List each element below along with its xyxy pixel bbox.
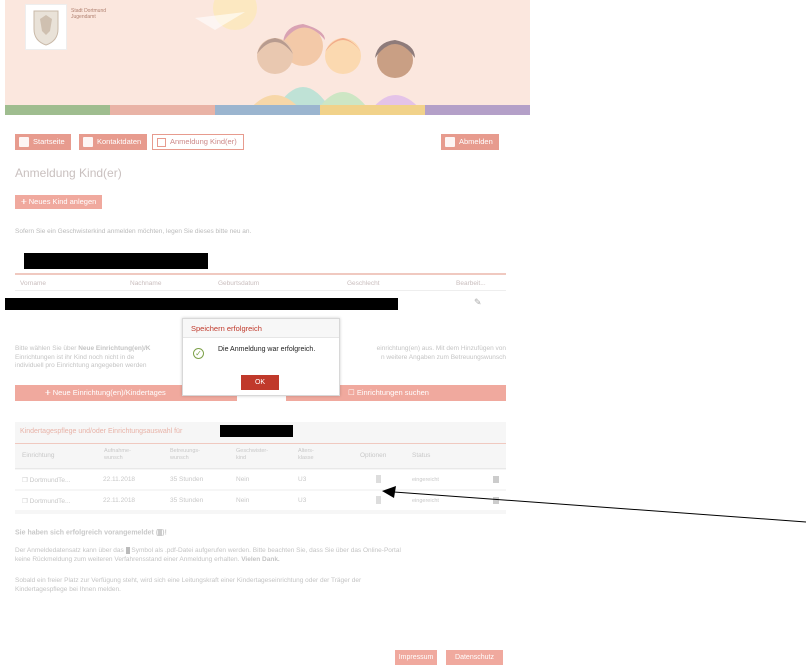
col-optionen: Optionen [360, 452, 387, 459]
page-title: Anmeldung Kind(er) [15, 166, 122, 180]
header-banner: Stadt Dortmund Jugendamt [5, 0, 530, 115]
edit-icon: ❐ [22, 498, 28, 505]
row1-betreuung: 35 Stunden [170, 476, 204, 483]
dialog-message: Die Anmeldung war erfolgreich. [218, 346, 316, 353]
col-geburtsdatum: Geburtsdatum [218, 280, 260, 287]
para2-line1: Sobald ein freier Platz zur Verfügung st… [15, 577, 362, 584]
city-crest-logo [25, 4, 67, 50]
annotation-arrow [382, 486, 807, 523]
datenschutz-link[interactable]: Datenschutz [446, 650, 503, 665]
info-para-right: einrichtung(en) aus. Mit dem Hinzufügen … [338, 345, 506, 362]
row2-geschwister: Nein [236, 497, 250, 504]
add-person-icon: ➕︎ [21, 197, 27, 206]
search-facilities-label: Einrichtungen suchen [356, 388, 429, 397]
check-circle-icon: ✓ [193, 348, 204, 359]
abmelden-button[interactable]: Abmelden [441, 134, 499, 150]
row1-einrichtung[interactable]: ❐ DortmundTe... [22, 476, 70, 484]
document-icon [157, 137, 166, 147]
col-einrichtung: Einrichtung [22, 452, 55, 459]
redacted-name [24, 253, 208, 269]
table-top-rule [15, 273, 506, 275]
para1-line1: Der Anmeldedatensatz kann über das [15, 547, 126, 555]
nav-startseite-label: Startseite [33, 137, 65, 146]
info-para-left: Bitte wählen Sie über Neue Einrichtung(e… [15, 345, 183, 371]
success-heading-text: Sie haben sich erfolgreich vorangemeldet… [15, 529, 159, 537]
info-line2-a: Einrichtungen ist ihr Kind noch nicht in… [15, 353, 135, 361]
banner-color-strip [5, 105, 530, 115]
city-line2: Jugendamt [71, 14, 96, 20]
sibling-hint: Sofern Sie ein Geschwisterkind anmelden … [15, 228, 252, 235]
home-icon [19, 137, 29, 148]
para1-thanks: Vielen Dank. [241, 555, 280, 563]
row1-aufnahme: 22.11.2018 [103, 476, 136, 483]
col-geschlecht: Geschlecht [347, 280, 380, 287]
head-rule [15, 468, 506, 469]
dialog-title: Speichern erfolgreich [183, 319, 339, 338]
nav-anmeldung-tab[interactable]: Anmeldung Kind(er) [152, 134, 244, 150]
success-para2: Sobald ein freier Platz zur Verfügung st… [15, 577, 506, 594]
info-line3: individuell pro Einrichtung angegeben we… [15, 362, 147, 369]
row1-alter: U3 [298, 476, 307, 483]
row2-einrichtung[interactable]: ❐ DortmundTe... [22, 497, 70, 505]
search-icon: ☐ [348, 388, 355, 397]
col-betreuung: Betreuungs- wunsch [170, 448, 200, 461]
impressum-link[interactable]: Impressum [395, 650, 437, 665]
para2-line2: Kindertagespflege bei Ihnen melden. [15, 585, 121, 593]
row2-alter: U3 [298, 497, 307, 504]
new-child-label: Neues Kind anlegen [28, 197, 97, 206]
info-line1-b: einrichtung(en) aus. Mit dem Hinzufügen … [376, 345, 506, 352]
redacted-child-name [220, 425, 293, 437]
nav-anmeldung-label: Anmeldung Kind(er) [170, 137, 237, 146]
success-para1: Der Anmeldedatensatz kann über das Symbo… [15, 547, 506, 564]
redacted-child-row [5, 298, 398, 310]
col-nachname: Nachname [130, 280, 162, 287]
row2-einrichtung-text: DortmundTe... [29, 498, 71, 505]
ok-button[interactable]: OK [241, 375, 279, 390]
info-line1-bold: Neue Einrichtung(en)/K [78, 345, 151, 352]
abmelden-label: Abmelden [459, 137, 493, 146]
new-child-button[interactable]: ➕︎ Neues Kind anlegen [15, 195, 103, 209]
row1-einrichtung-text: DortmundTe... [29, 477, 71, 484]
success-dialog: Speichern erfolgreich ✓ Die Anmeldung wa… [182, 318, 340, 396]
children-illustration [195, 0, 421, 110]
col-geschwister: Geschwister- kind [236, 448, 269, 461]
edit-icon: ❐ [22, 477, 28, 484]
row2-aufnahme: 22.11.2018 [103, 497, 136, 504]
success-heading: Sie haben sich erfolgreich vorangemeldet… [15, 529, 167, 536]
edit-pencil-icon[interactable]: ✎ [474, 297, 482, 308]
para1-line1b: Symbol als .pdf-Datei aufgerufen werden.… [129, 547, 401, 555]
col-bearbeiten: Bearbeit... [456, 280, 486, 287]
new-facility-label: Neue Einrichtung(en)/Kindertages [52, 388, 166, 397]
row1-geschwister: Nein [236, 476, 250, 483]
city-name: Stadt Dortmund Jugendamt [71, 8, 106, 20]
nav-kontaktdaten-label: Kontaktdaten [97, 137, 142, 146]
col-aufnahme: Aufnahme- wunsch [104, 448, 131, 461]
table-head-rule [15, 290, 506, 291]
col-alter: Alters- klasse [298, 448, 314, 461]
nav-startseite-button[interactable]: Startseite [15, 134, 71, 150]
lock-icon [445, 137, 455, 148]
info-line2-b: n weitere Angaben zum Betreuungswunsch [380, 353, 506, 361]
selection-rule [15, 443, 506, 444]
selection-title: Kindertagespflege und/oder Einrichtungsa… [20, 428, 183, 435]
lock-icon [83, 137, 93, 148]
info-line1-a: Bitte wählen Sie über [15, 345, 79, 352]
row2-betreuung: 35 Stunden [170, 497, 204, 504]
success-heading-end: )! [162, 529, 167, 537]
col-status: Status [412, 452, 431, 459]
nav-kontaktdaten-button[interactable]: Kontaktdaten [79, 134, 148, 150]
add-person-icon: ➕︎ [45, 388, 51, 397]
col-vorname: Vorname [20, 280, 47, 287]
para1-line2: keine Rückmeldung zum weiteren Verfahren… [15, 555, 242, 563]
